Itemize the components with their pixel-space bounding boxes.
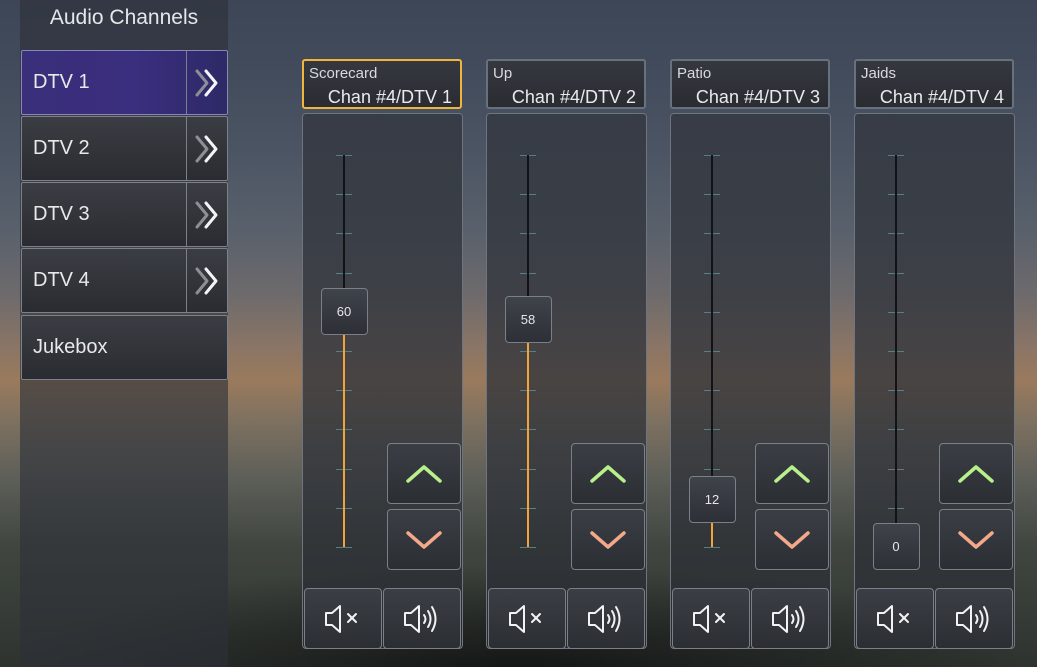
sidebar-item-label: DTV 3 [33, 203, 90, 225]
channel-name: Patio [677, 65, 712, 82]
unmute-button[interactable] [383, 588, 461, 649]
sidebar: Audio Channels DTV 1 DTV 2 DTV 3 DTV 4 Jukeb… [20, 0, 228, 667]
sidebar-item-dtv-4[interactable]: DTV 4 [21, 248, 228, 313]
chevron-up-icon [957, 463, 995, 485]
volume-level-fill [527, 319, 529, 547]
channel-source: Chan #4/DTV 3 [695, 87, 820, 107]
unmute-button[interactable] [751, 588, 829, 649]
sidebar-title: Audio Channels [49, 6, 199, 29]
double-chevron-right-icon [193, 200, 221, 230]
unmute-button[interactable] [935, 588, 1013, 649]
volume-slider-thumb[interactable]: 0 [872, 523, 920, 570]
slider-tick [704, 547, 720, 548]
mute-button[interactable] [856, 588, 934, 649]
channel-source: Chan #4/DTV 2 [511, 87, 636, 107]
sidebar-item-jukebox[interactable]: Jukebox [21, 315, 228, 380]
channel-strip-jaids: 0 [854, 113, 1015, 649]
channel-header-up[interactable]: Up Chan #4/DTV 2 [486, 59, 646, 109]
channel-header-jaids[interactable]: Jaids Chan #4/DTV 4 [854, 59, 1014, 109]
volume-down-button[interactable] [939, 509, 1013, 570]
slider-tick [520, 547, 536, 548]
chevron-up-icon [589, 463, 627, 485]
volume-up-button[interactable] [755, 443, 829, 504]
speaker-loud-icon [952, 600, 996, 638]
speaker-mute-icon [873, 600, 917, 638]
chevron-down-icon [773, 529, 811, 551]
volume-down-button[interactable] [387, 509, 461, 570]
speaker-loud-icon [400, 600, 444, 638]
sidebar-item-label: Jukebox [33, 336, 108, 358]
sidebar-item-expand-button[interactable] [186, 51, 227, 114]
sidebar-item-dtv-3[interactable]: DTV 3 [21, 182, 228, 247]
volume-down-button[interactable] [571, 509, 645, 570]
chevron-up-icon [773, 463, 811, 485]
double-chevron-right-icon [193, 68, 221, 98]
sidebar-item-dtv-1[interactable]: DTV 1 [21, 50, 228, 115]
mute-button[interactable] [672, 588, 750, 649]
volume-slider-thumb[interactable]: 12 [688, 476, 736, 524]
sidebar-item-expand-button[interactable] [186, 117, 227, 180]
double-chevron-right-icon [193, 266, 221, 296]
channel-header-scorecard[interactable]: Scorecard Chan #4/DTV 1 [302, 59, 462, 109]
channel-name: Up [493, 65, 513, 82]
slider-tick [336, 547, 352, 548]
channel-header-patio[interactable]: Patio Chan #4/DTV 3 [670, 59, 830, 109]
volume-up-button[interactable] [387, 443, 461, 504]
mute-button[interactable] [488, 588, 566, 649]
sidebar-item-expand-button[interactable] [186, 183, 227, 246]
channel-source: Chan #4/DTV 1 [327, 87, 452, 107]
volume-slider-thumb[interactable]: 58 [504, 296, 552, 344]
channel-strip-scorecard: 60 [302, 113, 463, 649]
sidebar-item-expand-button[interactable] [186, 249, 227, 312]
sidebar-item-label: DTV 4 [33, 269, 90, 291]
speaker-mute-icon [505, 600, 549, 638]
volume-up-button[interactable] [571, 443, 645, 504]
speaker-loud-icon [768, 600, 812, 638]
speaker-loud-icon [584, 600, 628, 638]
channel-source: Chan #4/DTV 4 [879, 87, 1004, 107]
sidebar-item-label: DTV 2 [33, 137, 90, 159]
channel-name: Jaids [861, 65, 897, 82]
volume-level-fill [343, 311, 345, 547]
speaker-mute-icon [689, 600, 733, 638]
volume-up-button[interactable] [939, 443, 1013, 504]
chevron-up-icon [405, 463, 443, 485]
channel-strip-up: 58 [486, 113, 647, 649]
double-chevron-right-icon [193, 134, 221, 164]
volume-slider-track[interactable] [895, 155, 897, 547]
chevron-down-icon [589, 529, 627, 551]
speaker-mute-icon [321, 600, 365, 638]
sidebar-item-label: DTV 1 [33, 71, 90, 93]
unmute-button[interactable] [567, 588, 645, 649]
channel-name: Scorecard [309, 65, 378, 82]
sidebar-item-dtv-2[interactable]: DTV 2 [21, 116, 228, 181]
volume-down-button[interactable] [755, 509, 829, 570]
chevron-down-icon [957, 529, 995, 551]
volume-slider-thumb[interactable]: 60 [320, 288, 368, 336]
channel-strip-patio: 12 [670, 113, 831, 649]
chevron-down-icon [405, 529, 443, 551]
mute-button[interactable] [304, 588, 382, 649]
